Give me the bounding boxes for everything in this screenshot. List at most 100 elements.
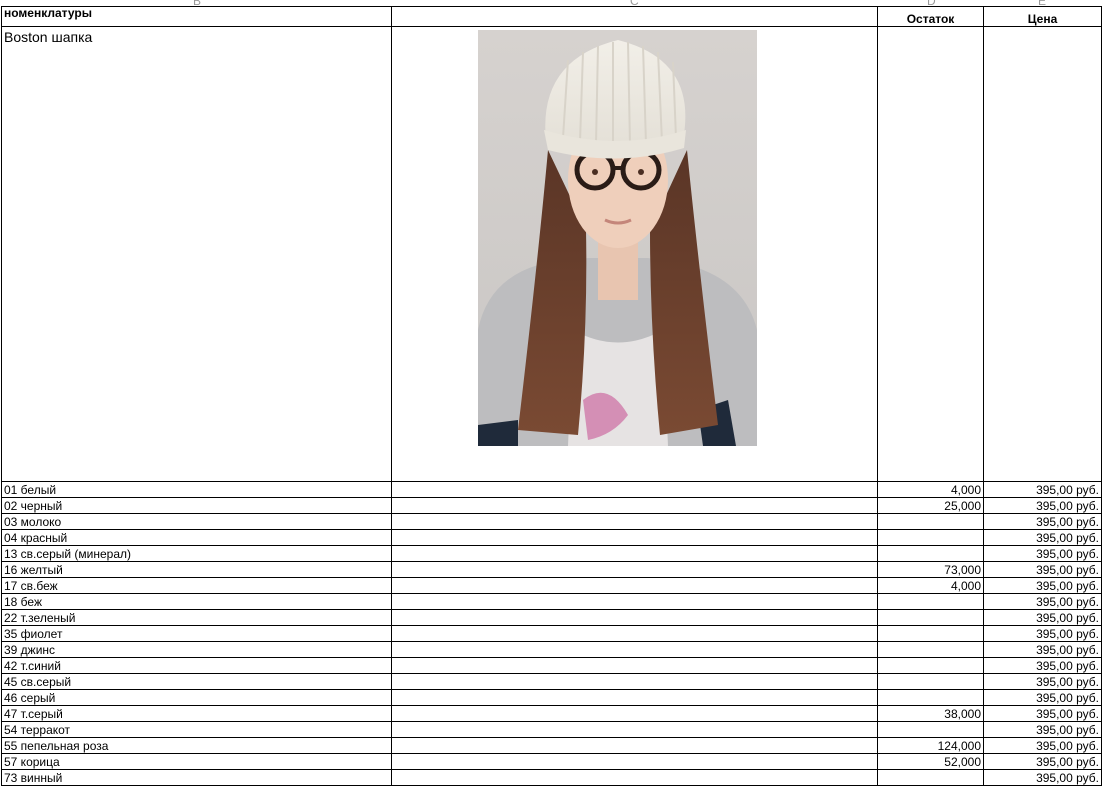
cell-empty[interactable] <box>391 577 878 594</box>
cell-stock[interactable]: 73,000 <box>877 561 984 578</box>
cell-price[interactable]: 395,00 руб. <box>983 737 1102 754</box>
cell-variant-name[interactable]: 02 черный <box>1 497 392 514</box>
cell-stock[interactable]: 4,000 <box>877 577 984 594</box>
cell-empty[interactable] <box>391 705 878 722</box>
cell-header-name[interactable]: номенклатуры <box>1 6 392 27</box>
spreadsheet: B C D E номенклатуры Остаток Цена Boston… <box>0 0 1103 800</box>
cell-product-stock[interactable] <box>877 26 984 482</box>
cell-empty[interactable] <box>391 481 878 498</box>
cell-variant-name[interactable]: 16 желтый <box>1 561 392 578</box>
cell-empty[interactable] <box>391 673 878 690</box>
cell-variant-name[interactable]: 55 пепельная роза <box>1 737 392 754</box>
cell-empty[interactable] <box>391 561 878 578</box>
cell-price[interactable]: 395,00 руб. <box>983 673 1102 690</box>
table-row: 17 св.беж 4,000 395,00 руб. <box>1 577 1102 594</box>
cell-price[interactable]: 395,00 руб. <box>983 481 1102 498</box>
cell-stock[interactable] <box>877 513 984 530</box>
cell-stock[interactable] <box>877 673 984 690</box>
cell-variant-name[interactable]: 17 св.беж <box>1 577 392 594</box>
cell-empty[interactable] <box>391 753 878 770</box>
cell-stock[interactable]: 4,000 <box>877 481 984 498</box>
cell-stock[interactable] <box>877 609 984 626</box>
cell-variant-name[interactable]: 42 т.синий <box>1 657 392 674</box>
cell-price[interactable]: 395,00 руб. <box>983 769 1102 786</box>
cell-stock[interactable] <box>877 657 984 674</box>
price-table: номенклатуры Остаток Цена Boston шапка 0… <box>1 6 1102 786</box>
table-row: 04 красный 395,00 руб. <box>1 529 1102 546</box>
cell-empty[interactable] <box>391 513 878 530</box>
cell-variant-name[interactable]: 45 св.серый <box>1 673 392 690</box>
cell-empty[interactable] <box>391 497 878 514</box>
cell-header-photo[interactable] <box>391 6 878 27</box>
cell-variant-name[interactable]: 35 фиолет <box>1 625 392 642</box>
cell-price[interactable]: 395,00 руб. <box>983 705 1102 722</box>
cell-variant-name[interactable]: 18 беж <box>1 593 392 610</box>
cell-variant-name[interactable]: 54 терракот <box>1 721 392 738</box>
cell-stock[interactable]: 52,000 <box>877 753 984 770</box>
cell-stock[interactable]: 38,000 <box>877 705 984 722</box>
cell-variant-name[interactable]: 22 т.зеленый <box>1 609 392 626</box>
table-row: 45 св.серый 395,00 руб. <box>1 673 1102 690</box>
cell-empty[interactable] <box>391 641 878 658</box>
cell-price[interactable]: 395,00 руб. <box>983 545 1102 562</box>
cell-price[interactable]: 395,00 руб. <box>983 689 1102 706</box>
cell-empty[interactable] <box>391 545 878 562</box>
cell-empty[interactable] <box>391 769 878 786</box>
table-row: 35 фиолет 395,00 руб. <box>1 625 1102 642</box>
table-row: 02 черный 25,000 395,00 руб. <box>1 497 1102 514</box>
table-row: 55 пепельная роза 124,000 395,00 руб. <box>1 737 1102 754</box>
cell-empty[interactable] <box>391 657 878 674</box>
cell-variant-name[interactable]: 73 винный <box>1 769 392 786</box>
table-row: 39 джинс 395,00 руб. <box>1 641 1102 658</box>
cell-price[interactable]: 395,00 руб. <box>983 657 1102 674</box>
header-name-label: номенклатуры <box>4 6 92 21</box>
cell-empty[interactable] <box>391 737 878 754</box>
cell-stock[interactable]: 25,000 <box>877 497 984 514</box>
cell-price[interactable]: 395,00 руб. <box>983 641 1102 658</box>
cell-price[interactable]: 395,00 руб. <box>983 609 1102 626</box>
cell-variant-name[interactable]: 57 корица <box>1 753 392 770</box>
cell-price[interactable]: 395,00 руб. <box>983 753 1102 770</box>
cell-stock[interactable] <box>877 689 984 706</box>
cell-empty[interactable] <box>391 529 878 546</box>
cell-stock[interactable]: 124,000 <box>877 737 984 754</box>
cell-price[interactable]: 395,00 руб. <box>983 529 1102 546</box>
cell-stock[interactable] <box>877 721 984 738</box>
cell-variant-name[interactable]: 13 св.серый (минерал) <box>1 545 392 562</box>
table-row: 46 серый 395,00 руб. <box>1 689 1102 706</box>
table-row: 18 беж 395,00 руб. <box>1 593 1102 610</box>
cell-header-stock[interactable]: Остаток <box>877 6 984 27</box>
cell-empty[interactable] <box>391 689 878 706</box>
cell-price[interactable]: 395,00 руб. <box>983 497 1102 514</box>
cell-empty[interactable] <box>391 609 878 626</box>
cell-empty[interactable] <box>391 721 878 738</box>
cell-stock[interactable] <box>877 641 984 658</box>
cell-price[interactable]: 395,00 руб. <box>983 625 1102 642</box>
cell-variant-name[interactable]: 01 белый <box>1 481 392 498</box>
cell-stock[interactable] <box>877 769 984 786</box>
product-name: Boston шапка <box>4 29 93 45</box>
cell-price[interactable]: 395,00 руб. <box>983 577 1102 594</box>
cell-price[interactable]: 395,00 руб. <box>983 513 1102 530</box>
cell-variant-name[interactable]: 04 красный <box>1 529 392 546</box>
cell-header-price[interactable]: Цена <box>983 6 1102 27</box>
cell-stock[interactable] <box>877 545 984 562</box>
table-row: 54 терракот 395,00 руб. <box>1 721 1102 738</box>
cell-product-price[interactable] <box>983 26 1102 482</box>
cell-product-photo[interactable] <box>391 26 878 482</box>
cell-price[interactable]: 395,00 руб. <box>983 593 1102 610</box>
cell-price[interactable]: 395,00 руб. <box>983 721 1102 738</box>
cell-empty[interactable] <box>391 593 878 610</box>
cell-stock[interactable] <box>877 625 984 642</box>
cell-stock[interactable] <box>877 529 984 546</box>
table-row: 42 т.синий 395,00 руб. <box>1 657 1102 674</box>
cell-variant-name[interactable]: 03 молоко <box>1 513 392 530</box>
cell-variant-name[interactable]: 39 джинс <box>1 641 392 658</box>
cell-variant-name[interactable]: 47 т.серый <box>1 705 392 722</box>
table-row: 22 т.зеленый 395,00 руб. <box>1 609 1102 626</box>
cell-price[interactable]: 395,00 руб. <box>983 561 1102 578</box>
cell-stock[interactable] <box>877 593 984 610</box>
cell-empty[interactable] <box>391 625 878 642</box>
cell-variant-name[interactable]: 46 серый <box>1 689 392 706</box>
cell-product-name[interactable]: Boston шапка <box>1 26 392 482</box>
